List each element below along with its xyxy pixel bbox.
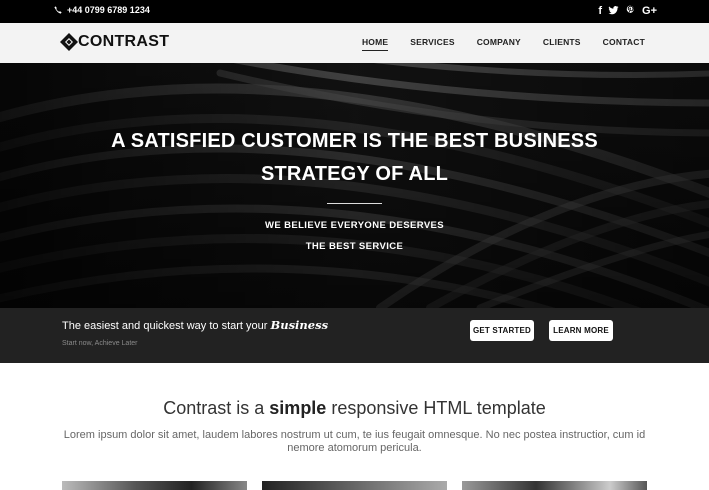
learn-more-button[interactable]: LEARN MORE (549, 320, 613, 341)
intro-title-bold: simple (269, 398, 327, 418)
feature-image-1 (62, 481, 247, 490)
phone-info: +44 0799 6789 1234 (54, 5, 150, 15)
cta-tagline: Start now, Achieve Later (62, 340, 138, 347)
twitter-icon[interactable] (608, 4, 619, 18)
feature-image-2 (262, 481, 447, 490)
nav-clients[interactable]: CLIENTS (543, 37, 581, 51)
hero-subtitle-line2: THE BEST SERVICE (305, 241, 404, 252)
intro-title-after: responsive HTML template (331, 398, 546, 418)
hero-subtitle: WE BELIEVE EVERYONE DESERVES THE BEST SE… (0, 215, 709, 257)
hero-headline: A SATISFIED CUSTOMER IS THE BEST BUSINES… (0, 125, 709, 191)
brand-logo[interactable]: CONTRAST (59, 32, 169, 52)
diamond-logo-icon (60, 33, 78, 51)
hero-subtitle-line1: WE BELIEVE EVERYONE DESERVES (264, 220, 445, 231)
facebook-icon[interactable]: f (598, 4, 602, 18)
cta-bar: The easiest and quickest way to start yo… (0, 308, 709, 363)
main-menu: HOME SERVICES COMPANY CLIENTS CONTACT (361, 37, 645, 51)
nav-home[interactable]: HOME (361, 37, 389, 51)
brand-name: CONTRAST (78, 33, 170, 50)
cta-text-emphasis: Business (270, 318, 329, 332)
nav-services[interactable]: SERVICES (410, 37, 454, 51)
cta-text: The easiest and quickest way to start yo… (62, 318, 328, 332)
nav-contact[interactable]: CONTACT (603, 37, 645, 51)
nav-company[interactable]: COMPANY (477, 37, 521, 51)
intro-title: Contrast is a simple responsive HTML tem… (0, 398, 709, 419)
phone-icon (54, 6, 62, 14)
navbar: CONTRAST HOME SERVICES COMPANY CLIENTS C… (0, 23, 709, 63)
top-bar: +44 0799 6789 1234 f G+ (0, 0, 709, 23)
intro-text: Lorem ipsum dolor sit amet, laudem labor… (63, 429, 646, 454)
get-started-button[interactable]: GET STARTED (470, 320, 534, 341)
pinterest-icon[interactable] (625, 4, 636, 18)
hero-section: A SATISFIED CUSTOMER IS THE BEST BUSINES… (0, 63, 709, 308)
cta-text-main: The easiest and quickest way to start yo… (62, 320, 268, 332)
google-plus-icon[interactable]: G+ (642, 4, 657, 18)
feature-image-3 (462, 481, 647, 490)
hero-divider (327, 203, 382, 204)
hero-headline-line2: STRATEGY OF ALL (260, 163, 449, 185)
intro-title-before: Contrast is a (163, 398, 265, 418)
hero-headline-line1: A SATISFIED CUSTOMER IS THE BEST BUSINES… (111, 130, 598, 152)
social-links: f G+ (598, 4, 657, 18)
phone-number: +44 0799 6789 1234 (67, 5, 150, 15)
